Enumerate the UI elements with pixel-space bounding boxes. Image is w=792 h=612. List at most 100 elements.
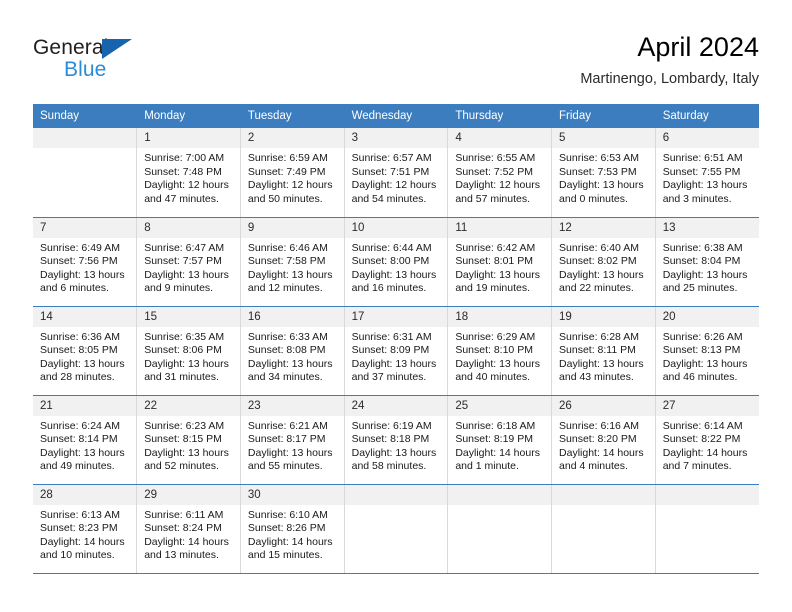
day-number	[448, 484, 552, 505]
calendar-day-cell[interactable]: 28 Sunrise: 6:13 AM Sunset: 8:23 PM Dayligh…	[33, 484, 138, 574]
calendar-week-row: 21 Sunrise: 6:24 AM Sunset: 8:14 PM Dayligh…	[33, 395, 759, 485]
day-details: Sunrise: 6:38 AM Sunset: 8:04 PM Daylight:…	[656, 238, 759, 296]
sunset-text: Sunset: 8:23 PM	[40, 522, 118, 535]
sunrise-text: Sunrise: 6:19 AM	[351, 419, 432, 432]
calendar-day-cell[interactable]: 1 Sunrise: 7:00 AM Sunset: 7:48 PM Daylight…	[136, 128, 241, 218]
day-details: Sunrise: 6:55 AM Sunset: 7:52 PM Daylight:…	[448, 148, 551, 206]
day-number: 4	[448, 128, 552, 148]
calendar-day-cell[interactable]: 30 Sunrise: 6:10 AM Sunset: 8:26 PM Dayligh…	[240, 484, 345, 574]
daylight-text: Daylight: 12 hours and 50 minutes.	[247, 179, 333, 205]
calendar-day-cell[interactable]: 22 Sunrise: 6:23 AM Sunset: 8:15 PM Dayligh…	[136, 395, 241, 485]
sunrise-text: Sunrise: 6:55 AM	[455, 152, 536, 164]
sunset-text: Sunset: 8:11 PM	[559, 344, 636, 357]
day-number: 26	[552, 395, 655, 416]
sunset-text: Sunset: 8:09 PM	[351, 344, 430, 357]
calendar-day-cell[interactable]: 3 Sunrise: 6:57 AM Sunset: 7:51 PM Daylight…	[344, 128, 449, 218]
daylight-text: Daylight: 13 hours and 55 minutes.	[247, 446, 333, 473]
sunset-text: Sunset: 8:19 PM	[455, 433, 533, 446]
sunrise-text: Sunrise: 6:47 AM	[144, 241, 225, 254]
day-number: 22	[137, 395, 240, 416]
calendar-day-cell[interactable]: 14 Sunrise: 6:36 AM Sunset: 8:05 PM Dayligh…	[33, 306, 138, 396]
calendar-day-cell[interactable]: 17 Sunrise: 6:31 AM Sunset: 8:09 PM Dayligh…	[344, 306, 449, 396]
sunrise-text: Sunrise: 6:53 AM	[559, 152, 639, 164]
day-number: 27	[655, 395, 759, 416]
daylight-text: Daylight: 12 hours and 47 minutes.	[144, 179, 229, 205]
daylight-text: Daylight: 13 hours and 19 minutes.	[455, 268, 540, 295]
sunrise-text: Sunrise: 6:49 AM	[40, 241, 120, 254]
calendar-day-cell[interactable]: 26 Sunrise: 6:16 AM Sunset: 8:20 PM Dayligh…	[551, 395, 656, 485]
daylight-text: Daylight: 13 hours and 34 minutes.	[247, 357, 333, 384]
day-number: 8	[137, 217, 240, 238]
daylight-text: Daylight: 14 hours and 4 minutes.	[559, 446, 644, 473]
day-details: Sunrise: 6:23 AM Sunset: 8:15 PM Daylight:…	[137, 416, 240, 474]
sunrise-text: Sunrise: 6:10 AM	[247, 508, 328, 521]
daylight-text: Daylight: 13 hours and 37 minutes.	[351, 357, 437, 384]
calendar-header-row: Sunday Monday Tuesday Wednesday Thursday…	[33, 104, 759, 128]
sunrise-text: Sunrise: 6:29 AM	[455, 330, 536, 343]
sunrise-text: Sunrise: 6:51 AM	[662, 152, 743, 164]
day-number: 7	[33, 217, 137, 238]
weekday-header-wednesday: Wednesday	[344, 104, 449, 128]
calendar-day-cell[interactable]: 5 Sunrise: 6:53 AM Sunset: 7:53 PM Daylight…	[551, 128, 656, 218]
daylight-text: Daylight: 13 hours and 3 minutes.	[662, 179, 748, 205]
calendar-day-cell[interactable]: 24 Sunrise: 6:19 AM Sunset: 8:18 PM Dayligh…	[344, 395, 449, 485]
sunrise-text: Sunrise: 6:13 AM	[40, 508, 120, 521]
sunrise-text: Sunrise: 6:16 AM	[559, 419, 639, 432]
day-number: 2	[240, 128, 344, 148]
day-details: Sunrise: 6:19 AM Sunset: 8:18 PM Daylight:…	[345, 416, 448, 474]
calendar-day-cell[interactable]: 9 Sunrise: 6:46 AM Sunset: 7:58 PM Daylight…	[240, 217, 345, 307]
calendar-day-cell[interactable]: 21 Sunrise: 6:24 AM Sunset: 8:14 PM Dayligh…	[33, 395, 138, 485]
daylight-text: Daylight: 12 hours and 54 minutes.	[351, 179, 437, 205]
calendar-day-cell[interactable]: 8 Sunrise: 6:47 AM Sunset: 7:57 PM Daylight…	[136, 217, 241, 307]
calendar-day-cell[interactable]: 10 Sunrise: 6:44 AM Sunset: 8:00 PM Dayligh…	[344, 217, 449, 307]
sunrise-text: Sunrise: 6:46 AM	[247, 241, 328, 254]
weekday-header-tuesday: Tuesday	[240, 104, 345, 128]
calendar-day-cell[interactable]: 18 Sunrise: 6:29 AM Sunset: 8:10 PM Dayligh…	[447, 306, 553, 396]
calendar-day-cell[interactable]: 25 Sunrise: 6:18 AM Sunset: 8:19 PM Dayligh…	[447, 395, 553, 485]
calendar-day-cell[interactable]: 23 Sunrise: 6:21 AM Sunset: 8:17 PM Dayligh…	[240, 395, 345, 485]
daylight-text: Daylight: 13 hours and 25 minutes.	[662, 268, 748, 295]
day-details: Sunrise: 6:53 AM Sunset: 7:53 PM Daylight:…	[552, 148, 655, 206]
day-number: 3	[344, 128, 448, 148]
day-number: 15	[137, 306, 240, 327]
calendar-day-cell[interactable]: 29 Sunrise: 6:11 AM Sunset: 8:24 PM Dayligh…	[136, 484, 241, 574]
calendar-day-cell[interactable]: 12 Sunrise: 6:40 AM Sunset: 8:02 PM Dayligh…	[551, 217, 656, 307]
sunrise-text: Sunrise: 6:26 AM	[662, 330, 743, 343]
day-details: Sunrise: 6:57 AM Sunset: 7:51 PM Daylight:…	[345, 148, 448, 206]
calendar-day-cell[interactable]: 11 Sunrise: 6:42 AM Sunset: 8:01 PM Dayligh…	[447, 217, 553, 307]
daylight-text: Daylight: 14 hours and 15 minutes.	[247, 535, 333, 562]
calendar-day-cell[interactable]: 16 Sunrise: 6:33 AM Sunset: 8:08 PM Dayligh…	[240, 306, 345, 396]
calendar-day-cell[interactable]: 19 Sunrise: 6:28 AM Sunset: 8:11 PM Dayligh…	[551, 306, 656, 396]
day-number	[552, 484, 655, 505]
general-blue-logo[interactable]: General Blue	[33, 36, 213, 92]
sunrise-text: Sunrise: 6:18 AM	[455, 419, 536, 432]
day-details: Sunrise: 6:46 AM Sunset: 7:58 PM Daylight:…	[241, 238, 344, 296]
title-block: April 2024 Martinengo, Lombardy, Italy	[580, 30, 759, 88]
calendar-day-cell[interactable]: 15 Sunrise: 6:35 AM Sunset: 8:06 PM Dayligh…	[136, 306, 241, 396]
daylight-text: Daylight: 13 hours and 22 minutes.	[559, 268, 644, 295]
day-number: 6	[655, 128, 759, 148]
calendar-day-cell[interactable]: 7 Sunrise: 6:49 AM Sunset: 7:56 PM Daylight…	[33, 217, 138, 307]
sunrise-text: Sunrise: 6:23 AM	[144, 419, 225, 432]
sunset-text: Sunset: 7:58 PM	[247, 255, 326, 268]
calendar-day-cell[interactable]: 13 Sunrise: 6:38 AM Sunset: 8:04 PM Dayligh…	[655, 217, 759, 307]
sunset-text: Sunset: 8:15 PM	[144, 433, 222, 446]
calendar-day-cell[interactable]: 20 Sunrise: 6:26 AM Sunset: 8:13 PM Dayligh…	[655, 306, 759, 396]
sunset-text: Sunset: 8:02 PM	[559, 255, 637, 268]
sunset-text: Sunset: 8:17 PM	[247, 433, 326, 446]
calendar-day-cell[interactable]: 27 Sunrise: 6:14 AM Sunset: 8:22 PM Dayligh…	[655, 395, 759, 485]
sunrise-text: Sunrise: 6:42 AM	[455, 241, 536, 254]
calendar-day-cell[interactable]: 2 Sunrise: 6:59 AM Sunset: 7:49 PM Daylight…	[240, 128, 345, 218]
sunset-text: Sunset: 7:49 PM	[247, 165, 326, 178]
weekday-header-sunday: Sunday	[33, 104, 138, 128]
daylight-text: Daylight: 13 hours and 9 minutes.	[144, 268, 229, 295]
calendar-day-cell[interactable]: 4 Sunrise: 6:55 AM Sunset: 7:52 PM Daylight…	[447, 128, 553, 218]
day-details: Sunrise: 6:36 AM Sunset: 8:05 PM Daylight:…	[33, 327, 136, 385]
day-details: Sunrise: 6:51 AM Sunset: 7:55 PM Daylight:…	[656, 148, 759, 206]
day-number: 16	[240, 306, 344, 327]
weekday-header-friday: Friday	[551, 104, 656, 128]
calendar-day-cell[interactable]: 6 Sunrise: 6:51 AM Sunset: 7:55 PM Daylight…	[655, 128, 759, 218]
day-number: 12	[552, 217, 655, 238]
sunset-text: Sunset: 7:57 PM	[144, 255, 222, 268]
day-details: Sunrise: 6:21 AM Sunset: 8:17 PM Daylight:…	[241, 416, 344, 474]
